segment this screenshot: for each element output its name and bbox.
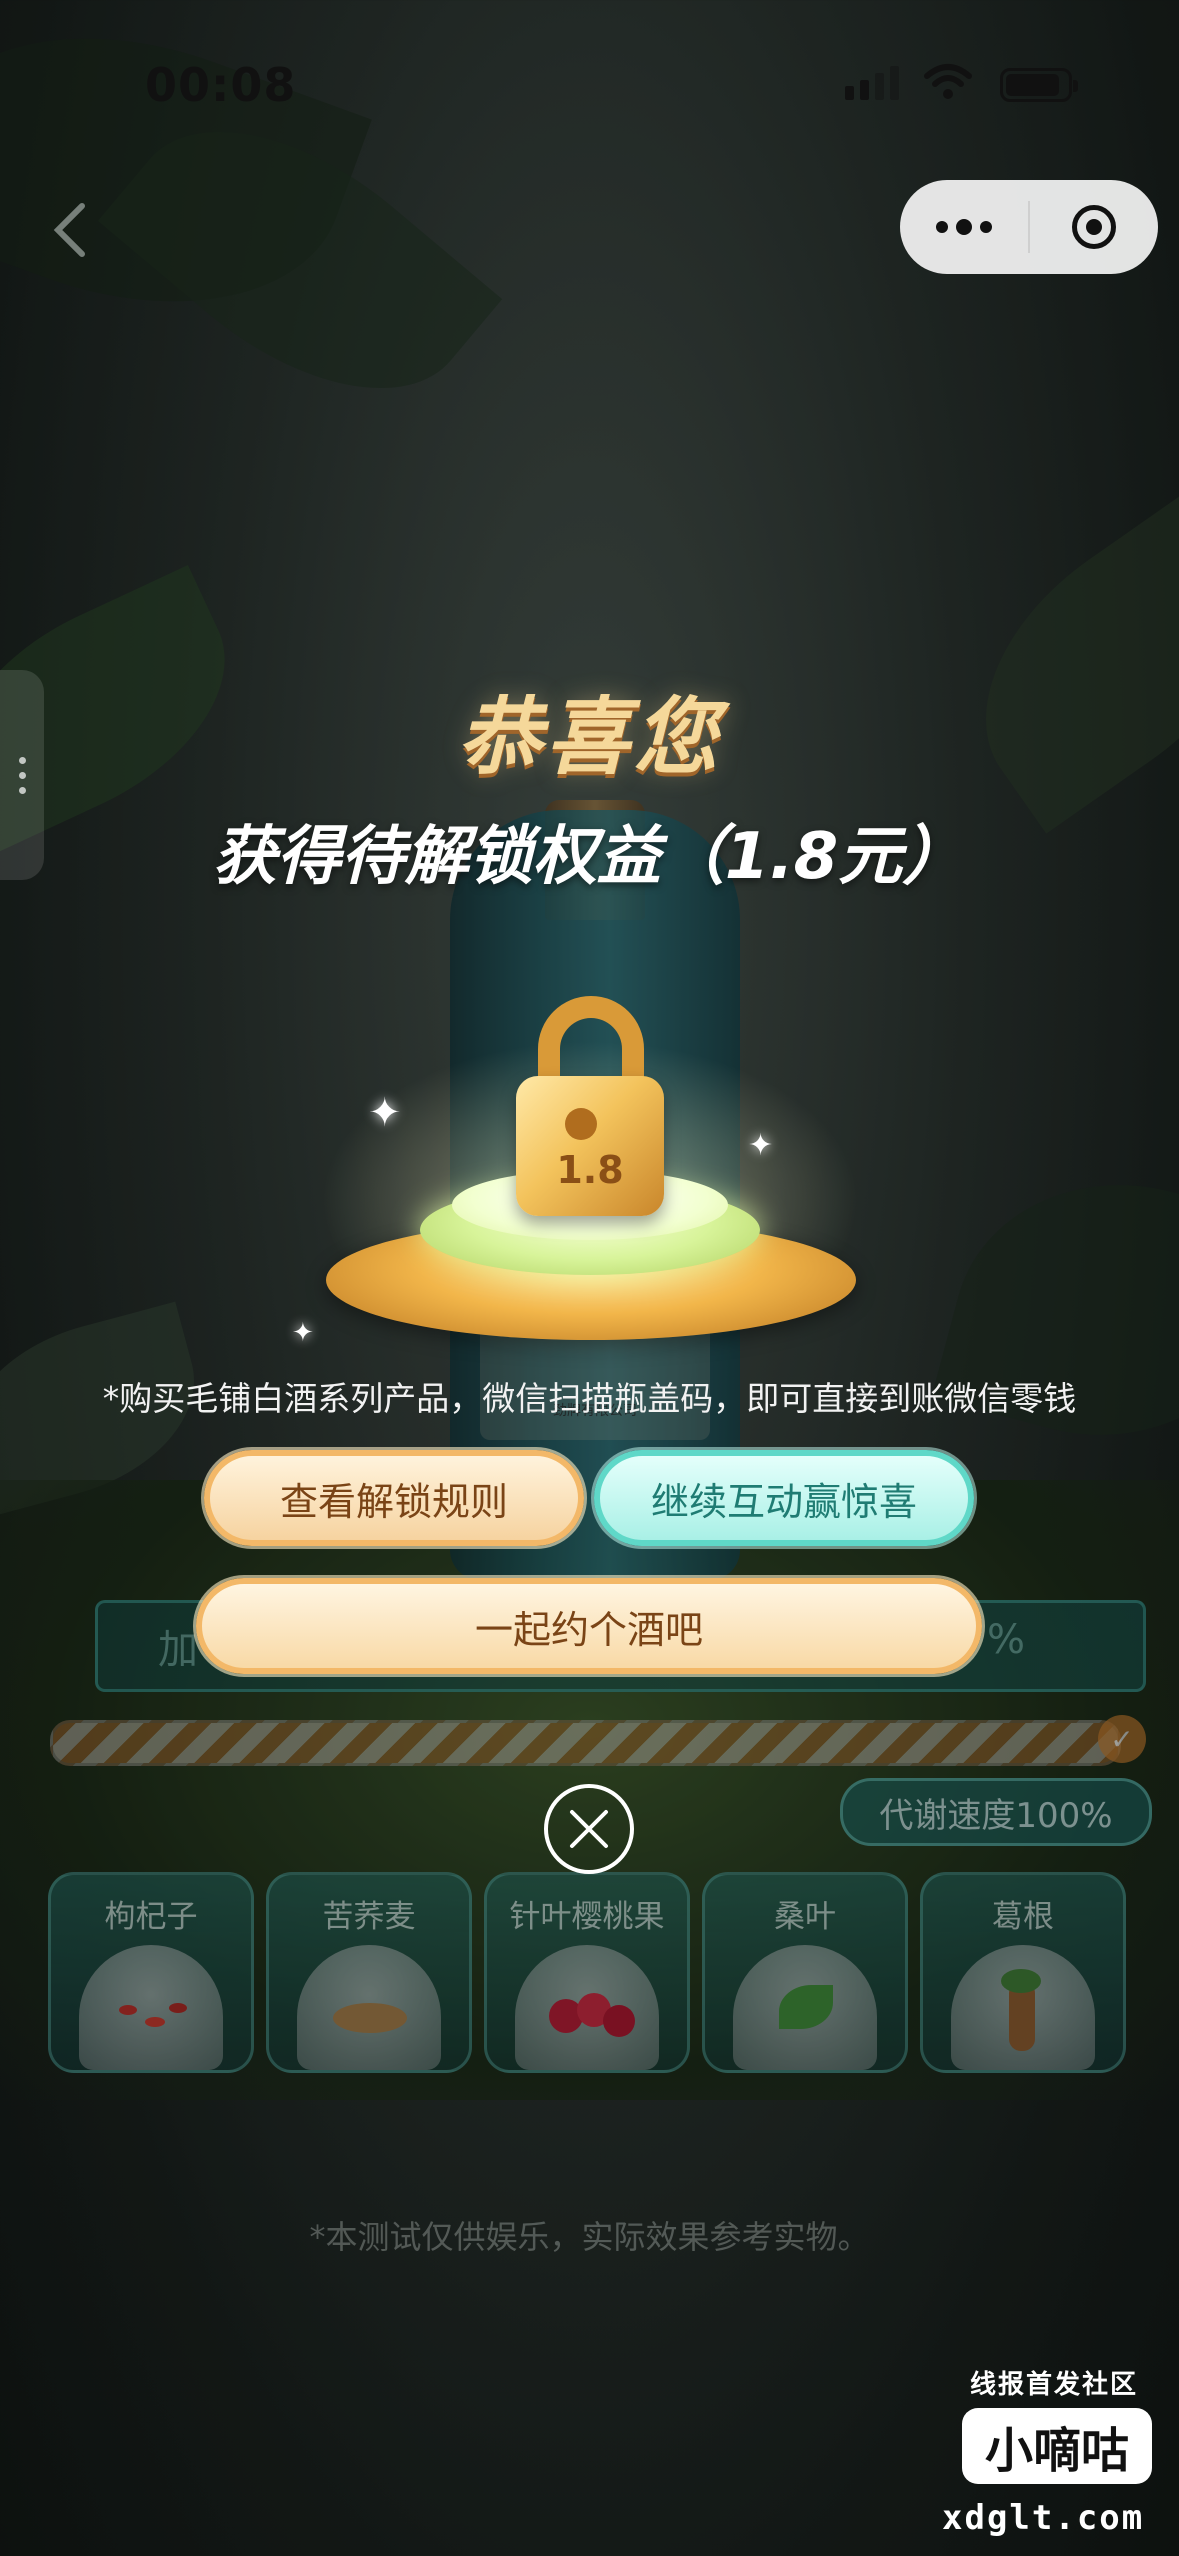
lock-icon — [516, 1076, 664, 1216]
invite-drink-button[interactable]: 一起约个酒吧 — [196, 1578, 982, 1674]
status-bar: 00:08 — [0, 0, 1179, 150]
close-modal-button[interactable] — [544, 1784, 634, 1874]
cellular-signal-icon — [845, 66, 899, 100]
watermark-url: xdglt.com — [942, 2498, 1145, 2538]
sparkle-icon: ✦ — [748, 1128, 774, 1163]
target-icon — [1072, 205, 1116, 249]
back-button[interactable] — [40, 195, 100, 265]
more-button[interactable] — [900, 180, 1028, 274]
view-unlock-rules-button[interactable]: 查看解锁规则 — [204, 1450, 584, 1546]
wifi-icon — [924, 64, 972, 99]
purchase-notice: *购买毛铺白酒系列产品，微信扫描瓶盖码，即可直接到账微信零钱 — [102, 1379, 1077, 1418]
chevron-left-icon — [53, 203, 85, 257]
lock-value: 1.8 — [556, 1148, 624, 1192]
keyhole — [565, 1108, 597, 1140]
more-dots-icon — [936, 219, 992, 235]
sparkle-icon: ✦ — [292, 1318, 314, 1348]
miniprogram-capsule — [900, 180, 1158, 274]
watermark-logo: 小嘀咕 — [962, 2408, 1152, 2484]
continue-interaction-button[interactable]: 继续互动赢惊喜 — [594, 1450, 974, 1546]
reward-subtitle: 获得待解锁权益（1.8元） — [212, 820, 967, 894]
close-icon — [570, 1810, 608, 1848]
close-miniprogram-button[interactable] — [1030, 180, 1158, 274]
watermark-caption: 线报首发社区 — [970, 2370, 1139, 2400]
congrats-title: 恭喜您 — [457, 688, 722, 786]
battery-icon — [1000, 68, 1078, 102]
status-time: 00:08 — [145, 58, 297, 112]
sparkle-icon: ✦ — [368, 1090, 402, 1136]
